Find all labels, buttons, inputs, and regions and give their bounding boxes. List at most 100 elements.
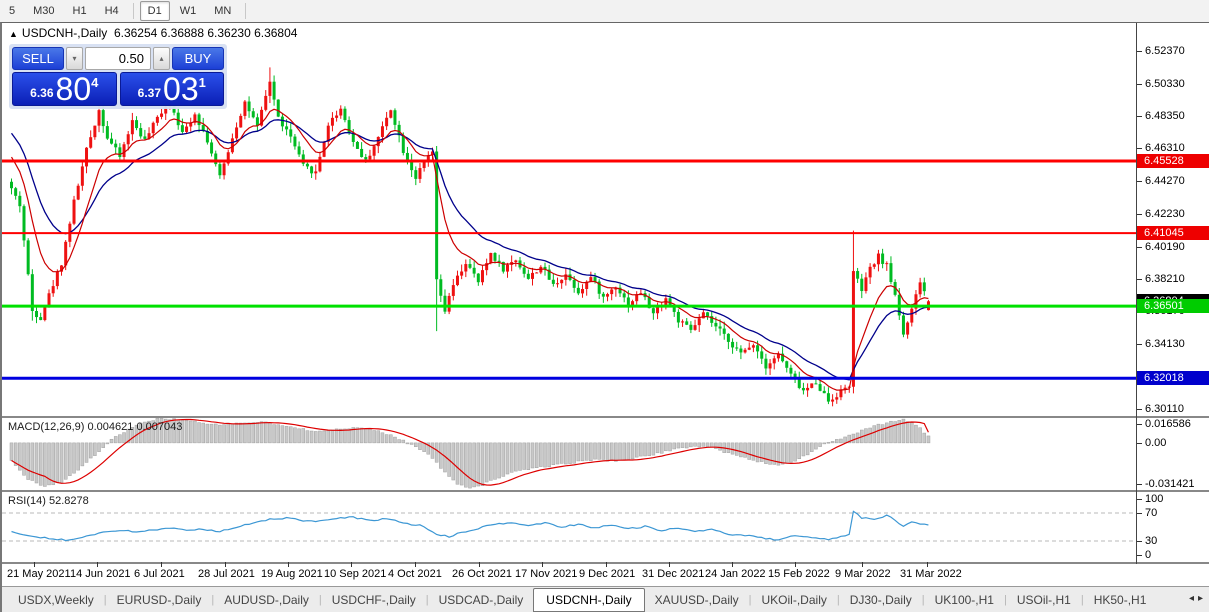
date-label: 14 Jun 2021 xyxy=(70,568,131,580)
macd-histogram-bar xyxy=(873,426,876,443)
timeframe-button-5[interactable]: 5 xyxy=(1,1,23,21)
macd-label: MACD(12,26,9) 0.004621 0.007043 xyxy=(8,421,182,433)
ma-slow-line[interactable] xyxy=(12,120,929,380)
chart-tab-uk100-h1[interactable]: UK100-,H1 xyxy=(925,590,1004,610)
macd-histogram-bar xyxy=(673,443,676,449)
macd-histogram-bar xyxy=(27,443,30,480)
macd-histogram-bar xyxy=(735,443,738,456)
candle-body xyxy=(764,359,767,369)
candle-body xyxy=(268,82,271,96)
macd-histogram-bar xyxy=(231,424,234,443)
candle-body xyxy=(610,290,613,295)
macd-histogram-bar xyxy=(739,443,742,457)
candle-body xyxy=(52,286,55,293)
candle-body xyxy=(443,296,446,312)
macd-histogram-bar xyxy=(752,443,755,460)
timeframe-button-MN[interactable]: MN xyxy=(206,1,239,21)
chart-tab-usoil-h1[interactable]: USOil-,H1 xyxy=(1007,590,1081,610)
timeframe-button-D1[interactable]: D1 xyxy=(140,1,170,21)
macd-histogram-bar xyxy=(919,428,922,443)
macd-histogram-bar xyxy=(844,437,847,443)
candle-body xyxy=(127,134,130,144)
date-label: 4 Oct 2021 xyxy=(388,568,442,580)
macd-histogram-bar xyxy=(598,443,601,459)
volume-input[interactable] xyxy=(85,47,151,70)
rsi-line[interactable] xyxy=(12,511,929,540)
chart-tab-eurusd-daily[interactable]: EURUSD-,Daily xyxy=(107,590,212,610)
macd-histogram-bar xyxy=(81,443,84,466)
macd-histogram-bar xyxy=(323,431,326,443)
timeframe-button-H4[interactable]: H4 xyxy=(97,1,127,21)
macd-histogram-bar xyxy=(664,443,667,451)
rsi-indicator-chart[interactable] xyxy=(2,492,1136,562)
candle-body xyxy=(114,144,117,148)
macd-histogram-bar xyxy=(573,443,576,463)
volume-decrease-button[interactable]: ▾ xyxy=(66,47,83,70)
candle-body xyxy=(464,264,467,271)
macd-histogram-bar xyxy=(10,443,13,461)
candle-body xyxy=(760,351,763,358)
date-tick-mark xyxy=(225,562,226,567)
macd-histogram-bar xyxy=(523,443,526,470)
candle-body xyxy=(473,268,476,274)
candle-body xyxy=(869,267,872,278)
macd-histogram-bar xyxy=(310,431,313,443)
chart-tab-audusd-daily[interactable]: AUDUSD-,Daily xyxy=(214,590,319,610)
date-tick-mark xyxy=(34,562,35,567)
collapse-panel-arrow-icon[interactable]: ▲ xyxy=(9,29,18,39)
sell-price-box[interactable]: 6.36 80 4 xyxy=(12,72,117,106)
tabs-scroll-left-icon[interactable]: ◂ xyxy=(1189,593,1198,604)
candle-body xyxy=(77,186,80,200)
sell-price-pip: 4 xyxy=(91,75,98,90)
macd-histogram-bar xyxy=(210,424,213,443)
macd-histogram-bar xyxy=(348,429,351,443)
macd-histogram-bar xyxy=(35,443,38,483)
buy-price-box[interactable]: 6.37 03 1 xyxy=(120,72,225,106)
candle-body xyxy=(89,137,92,148)
timeframe-button-W1[interactable]: W1 xyxy=(172,1,205,21)
macd-histogram-bar xyxy=(327,431,330,443)
candle-body xyxy=(73,200,76,224)
macd-histogram-bar xyxy=(406,443,409,444)
axis-tick-mark xyxy=(1137,148,1142,149)
buy-button[interactable]: BUY xyxy=(172,47,224,70)
date-tick-mark xyxy=(479,562,480,567)
sell-button[interactable]: SELL xyxy=(12,47,64,70)
chart-tab-ukoil-daily[interactable]: UKOil-,Daily xyxy=(752,590,837,610)
volume-increase-button[interactable]: ▴ xyxy=(153,47,170,70)
macd-histogram-bar xyxy=(277,425,280,443)
date-axis[interactable]: 21 May 202114 Jun 20216 Jul 202128 Jul 2… xyxy=(2,564,1209,586)
macd-histogram-bar xyxy=(560,443,563,464)
candle-body xyxy=(877,254,880,265)
chart-tab-xauusd-daily[interactable]: XAUUSD-,Daily xyxy=(645,590,749,610)
macd-histogram-bar xyxy=(681,443,684,448)
macd-histogram-bar xyxy=(823,443,826,444)
macd-histogram-bar xyxy=(914,425,917,443)
candle-body xyxy=(56,272,59,286)
toolbar-separator xyxy=(133,3,134,19)
ma-fast-line[interactable] xyxy=(12,109,929,390)
macd-histogram-bar xyxy=(302,428,305,442)
candle-body xyxy=(393,110,396,125)
macd-histogram-bar xyxy=(756,443,759,462)
timeframe-button-M30[interactable]: M30 xyxy=(25,1,62,21)
candle-body xyxy=(177,113,180,125)
date-label: 19 Aug 2021 xyxy=(261,568,323,580)
tabs-scroll-right-icon[interactable]: ▸ xyxy=(1198,593,1207,604)
date-label: 9 Mar 2022 xyxy=(835,568,891,580)
macd-histogram-bar xyxy=(677,443,680,448)
chart-tab-usdx-weekly[interactable]: USDX,Weekly xyxy=(8,590,104,610)
macd-histogram-bar xyxy=(452,443,455,480)
date-tick-mark xyxy=(415,562,416,567)
chart-tab-usdcad-daily[interactable]: USDCAD-,Daily xyxy=(429,590,534,610)
timeframe-button-H1[interactable]: H1 xyxy=(65,1,95,21)
price-tick-label: 0.016586 xyxy=(1145,418,1191,430)
chart-tab-usdchf-daily[interactable]: USDCHF-,Daily xyxy=(322,590,426,610)
candle-body xyxy=(773,358,776,363)
price-axis[interactable]: 6.523706.503306.483506.463106.442706.422… xyxy=(1137,23,1209,564)
chart-tab-usdcnh-daily[interactable]: USDCNH-,Daily xyxy=(533,588,644,612)
chart-tab-dj30-daily[interactable]: DJ30-,Daily xyxy=(840,590,922,610)
macd-histogram-bar xyxy=(389,435,392,443)
date-tick-mark xyxy=(288,562,289,567)
chart-tab-hk50-h1[interactable]: HK50-,H1 xyxy=(1084,590,1157,610)
